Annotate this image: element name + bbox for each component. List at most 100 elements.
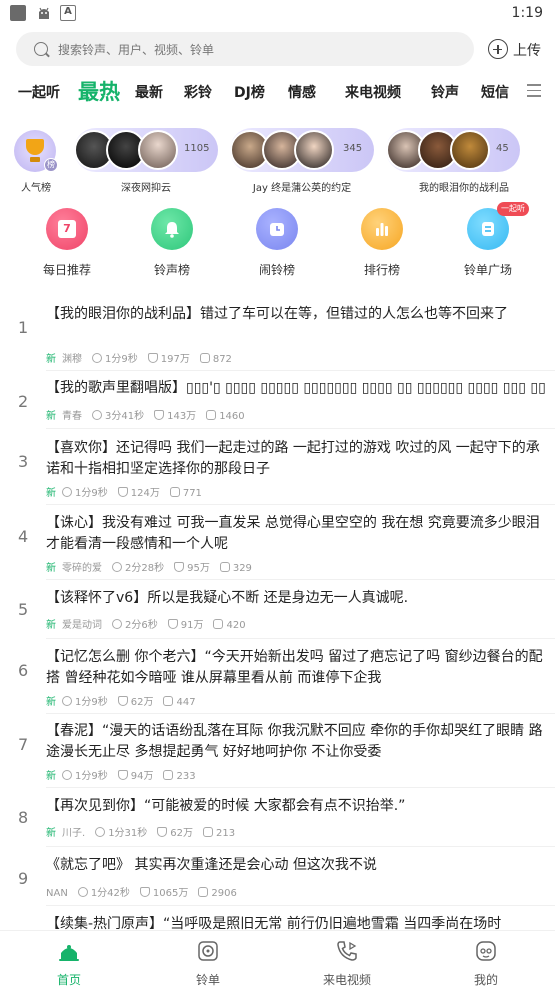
song-duration: 2分6秒 (112, 620, 158, 631)
ranking-label: Jay 终是蒲公英的约定 (252, 183, 352, 194)
feature-label: 排行榜 (363, 263, 400, 277)
feature-rank[interactable]: 排行榜 (347, 208, 417, 278)
rankings-row: 榜 人气榜 1105 深夜网抑云 345 Jay 终是蒲公英的约定 45 我的眼… (0, 128, 555, 198)
search-bar[interactable]: 搜索铃声、用户、视频、铃单 (16, 32, 474, 66)
song-comments: 447 (163, 697, 195, 708)
nav-label: 铃单 (195, 973, 220, 987)
divider (46, 370, 555, 371)
song-duration: 1分31秒 (95, 828, 147, 839)
song-rank: 1 (18, 318, 29, 337)
nav-label: 来电视频 (322, 973, 371, 987)
feature-ringtone-chart[interactable]: 铃声榜 (137, 208, 207, 278)
tab-dj[interactable]: DJ榜 (234, 82, 265, 102)
ranking-tears[interactable]: 45 我的眼泪你的战利品 (384, 128, 524, 198)
song-title: 【续集-热门原声】“当呼吸是照旧无常 前行仍旧遍地雪霜 当四季尚在场时 (46, 916, 502, 930)
tab-duanxin[interactable]: 短信 (481, 82, 509, 102)
song-title: 【该释怀了v6】所以是我疑心不断 还是身边无一人真诚呢. (46, 590, 409, 606)
ranking-late-night[interactable]: 1105 深夜网抑云 (72, 128, 220, 198)
tab-yiqiting[interactable]: 一起听 (18, 82, 60, 102)
category-tabs: 一起听 最热 最新 彩铃 DJ榜 情感 来电视频 铃声 短信 (0, 74, 555, 110)
song-title: 《就忘了吧》 其实再次重逢还是会心动 但这次我不说 (46, 857, 377, 873)
tab-qinggan[interactable]: 情感 (288, 82, 316, 102)
app-icon (10, 5, 26, 21)
feature-alarm-chart[interactable]: 闹铃榜 (242, 208, 312, 278)
nav-playlist[interactable]: 铃单 (168, 931, 248, 988)
ranking-count: 45 (496, 143, 509, 154)
song-author: 爱是动词 (62, 620, 102, 631)
tab-zuixin[interactable]: 最新 (135, 82, 163, 102)
new-tag: 新 (46, 563, 56, 574)
song-likes: 62万 (118, 697, 154, 708)
song-title: 【诛心】我没有难过 可我一直发呆 总觉得心里空空的 我在想 究竟要流多少眼泪才能… (46, 515, 540, 552)
song-rank: 6 (18, 661, 29, 680)
nav-label: 我的 (473, 973, 498, 987)
bottom-nav: 首页 铃单 来电视频 我的 (0, 930, 555, 988)
ranking-label: 深夜网抑云 (121, 183, 171, 194)
tab-zuire[interactable]: 最热 (78, 76, 120, 106)
home-icon (57, 939, 81, 963)
song-comments: 233 (163, 771, 195, 782)
song-item[interactable]: 【续集-热门原声】“当呼吸是照旧无常 前行仍旧遍地雪霜 当四季尚在场时 (0, 914, 555, 930)
song-meta: 新青春 3分41秒 143万 1460 (46, 407, 255, 422)
song-likes: 94万 (118, 771, 154, 782)
song-title: 【再次见到你】“可能被爱的时候 大家都会有点不识抬举.” (46, 798, 406, 814)
song-comments: 420 (213, 620, 245, 631)
song-title: 【记忆怎么删 你个老六】“今天开始新出发吗 留过了疤忘记了吗 窗纱边餐台的配搭 … (46, 649, 543, 686)
song-comments: 1460 (206, 411, 244, 422)
song-rank: 8 (18, 808, 29, 827)
new-tag: 新 (46, 620, 56, 631)
song-meta: 新爱是动词 2分6秒 91万 420 (46, 616, 256, 631)
feature-badge: 一起听 (497, 202, 529, 216)
song-meta: 新 1分9秒 94万 233 (46, 767, 206, 782)
calendar-icon: 7 (46, 208, 88, 250)
divider (46, 504, 555, 505)
song-author: 零碎的爱 (62, 563, 102, 574)
feature-label: 铃单广场 (463, 263, 512, 277)
alarm-icon (256, 208, 298, 250)
ranking-count: 345 (343, 143, 363, 154)
song-author: 川子. (62, 828, 86, 839)
phone-video-icon (335, 939, 359, 963)
nav-profile[interactable]: 我的 (446, 931, 526, 988)
song-duration: 1分42秒 (78, 888, 130, 899)
new-tag: 新 (46, 828, 56, 839)
tab-cailing[interactable]: 彩铃 (184, 82, 212, 102)
divider (46, 638, 555, 639)
tab-lingsheng[interactable]: 铃声 (431, 82, 459, 102)
feature-daily[interactable]: 7 每日推荐 (32, 208, 102, 278)
feature-label: 每日推荐 (42, 263, 91, 277)
song-likes: 91万 (168, 620, 204, 631)
ranking-badge: 榜 (44, 158, 58, 172)
song-likes: 124万 (118, 488, 160, 499)
song-duration: 1分9秒 (62, 771, 108, 782)
song-likes: 62万 (157, 828, 193, 839)
feature-label: 铃声榜 (153, 263, 190, 277)
a-icon: A (60, 5, 76, 21)
song-likes: 1065万 (140, 888, 188, 899)
song-duration: 1分9秒 (92, 354, 138, 365)
menu-icon[interactable] (527, 84, 541, 98)
ranking-popular[interactable]: 榜 人气榜 (0, 128, 72, 198)
song-meta: 新川子. 1分31秒 62万 213 (46, 824, 245, 839)
song-meta: 新零碎的爱 2分28秒 95万 329 (46, 559, 262, 574)
song-meta: 新渊穆 1分9秒 197万 872 (46, 350, 242, 365)
trophy-icon: 榜 (14, 130, 58, 172)
song-comments: 213 (203, 828, 235, 839)
bell-icon (151, 208, 193, 250)
song-meta: NAN 1分42秒 1065万 2906 (46, 884, 247, 899)
song-author: 青春 (62, 411, 82, 422)
playlist-disc-icon (196, 939, 220, 963)
song-duration: 1分9秒 (62, 697, 108, 708)
new-tag: 新 (46, 771, 56, 782)
feature-label: 闹铃榜 (258, 263, 295, 277)
tab-call-video[interactable]: 来电视频 (345, 82, 401, 102)
nav-call-video[interactable]: 来电视频 (307, 931, 387, 988)
song-comments: 872 (200, 354, 232, 365)
nav-home[interactable]: 首页 (29, 931, 109, 988)
ranking-label: 我的眼泪你的战利品 (419, 183, 509, 194)
feature-playlist-square[interactable]: 一起听 铃单广场 (453, 202, 529, 278)
song-title: 【我的眼泪你的战利品】错过了车可以在等，但错过的人怎么也等不回来了 (46, 306, 508, 322)
song-duration: 2分28秒 (112, 563, 164, 574)
song-rank: 3 (18, 452, 29, 471)
ranking-jay[interactable]: 345 Jay 终是蒲公英的约定 (228, 128, 376, 198)
